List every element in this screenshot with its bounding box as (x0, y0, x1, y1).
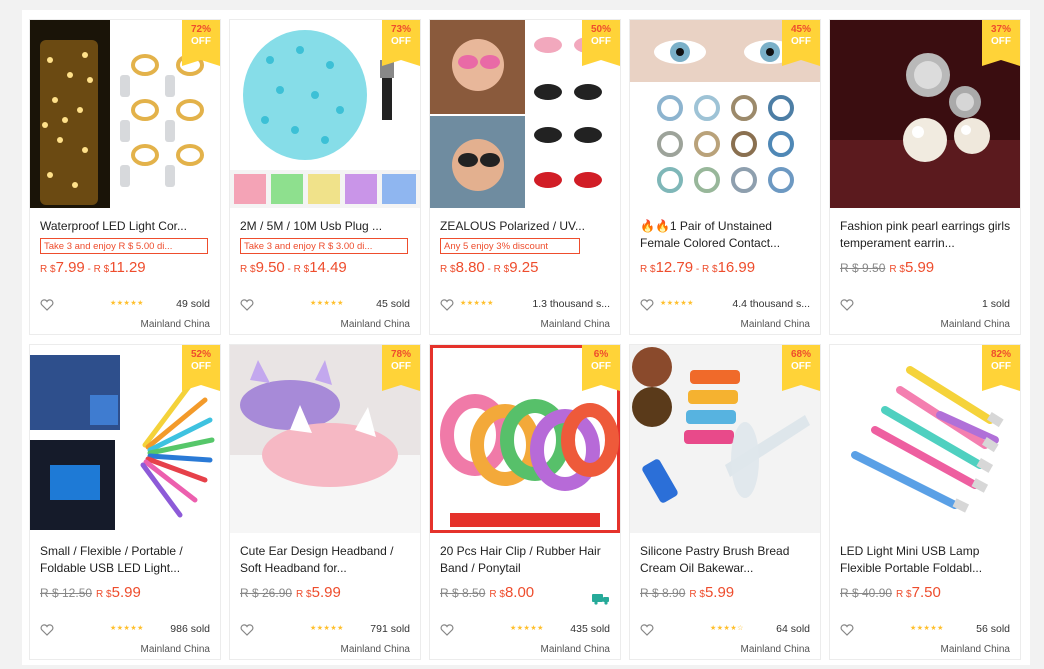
heart-icon[interactable] (440, 624, 454, 636)
product-card[interactable]: 6% OFF 20 Pcs Hair Clip / Rubber Hair Ban… (430, 345, 620, 659)
discount-badge: 73% OFF (382, 20, 420, 66)
product-price: R $8.80 - R $9.25 (440, 259, 539, 276)
ship-location: Mainland China (540, 644, 611, 655)
product-title[interactable]: Fashion pink pearl earrings girls temper… (840, 218, 1012, 252)
product-image-fairy-lights[interactable]: 72% OFF (30, 20, 220, 208)
product-price: R $7.99 - R $11.29 (40, 259, 146, 276)
product-price: R $12.79 - R $16.99 (640, 259, 756, 276)
discount-badge: 52% OFF (182, 345, 220, 391)
product-title[interactable]: Waterproof LED Light Cor... (40, 218, 212, 235)
product-title[interactable]: Small / Flexible / Portable / Foldable U… (40, 543, 212, 577)
discount-badge: 78% OFF (382, 345, 420, 391)
ship-location: Mainland China (940, 644, 1011, 655)
ship-location: Mainland China (740, 319, 811, 330)
product-image-hair-bands[interactable]: 6% OFF (430, 345, 620, 533)
product-price: R $ 8.50 R $8.00 (440, 584, 535, 601)
product-card[interactable]: 82% OFF LED Light Mini USB Lamp Flexible … (830, 345, 1020, 659)
product-image-contact-lenses[interactable]: 45% OFF (630, 20, 820, 208)
product-card[interactable]: 78% OFF Cute Ear Design Headband / Soft H… (230, 345, 420, 659)
discount-badge: 72% OFF (182, 20, 220, 66)
product-image-headband[interactable]: 78% OFF (230, 345, 420, 533)
heart-icon[interactable] (640, 299, 654, 311)
heart-icon[interactable] (240, 624, 254, 636)
product-price: R $ 8.90 R $5.99 (640, 584, 735, 601)
ship-location: Mainland China (140, 644, 211, 655)
product-price: R $9.50 - R $14.49 (240, 259, 347, 276)
heart-icon[interactable] (440, 299, 454, 311)
product-card[interactable]: 37% OFF Fashion pink pearl earrings girls… (830, 20, 1020, 334)
ship-location: Mainland China (540, 319, 611, 330)
sold-count: 64 sold (776, 623, 810, 635)
sold-count: 45 sold (376, 298, 410, 310)
heart-icon[interactable] (840, 624, 854, 636)
product-image-sunglasses[interactable]: 50% OFF (430, 20, 620, 208)
product-title[interactable]: ZEALOUS Polarized / UV... (440, 218, 612, 235)
product-title[interactable]: 20 Pcs Hair Clip / Rubber Hair Band / Po… (440, 543, 612, 577)
discount-badge: 6% OFF (582, 345, 620, 391)
product-card[interactable]: 72% OFF Waterproof LED Light Cor... Take … (30, 20, 220, 334)
rating-stars: ★★★★★ (460, 300, 494, 307)
product-title[interactable]: Cute Ear Design Headband / Soft Headband… (240, 543, 412, 577)
product-image-pastry-brush[interactable]: 68% OFF (630, 345, 820, 533)
product-price: R $ 26.90 R $5.99 (240, 584, 341, 601)
sold-count: 435 sold (570, 623, 610, 635)
discount-badge: 45% OFF (782, 20, 820, 66)
discount-badge: 68% OFF (782, 345, 820, 391)
sold-count: 986 sold (170, 623, 210, 635)
heart-icon[interactable] (40, 299, 54, 311)
promo-tag: Any 5 enjoy 3% discount (440, 238, 580, 254)
heart-icon[interactable] (840, 299, 854, 311)
heart-icon[interactable] (40, 624, 54, 636)
product-image-pearl-earrings[interactable]: 37% OFF (830, 20, 1020, 208)
sold-count: 49 sold (176, 298, 210, 310)
product-image-usb-led-light[interactable]: 52% OFF (30, 345, 220, 533)
product-card[interactable]: 52% OFF Small / Flexible / Portable / Fol… (30, 345, 220, 659)
ship-location: Mainland China (340, 319, 411, 330)
product-card[interactable]: 45% OFF 🔥🔥1 Pair of Unstained Female Colo… (630, 20, 820, 334)
sold-count: 1 sold (981, 298, 1010, 310)
discount-badge: 37% OFF (982, 20, 1020, 66)
product-title[interactable]: 2M / 5M / 10M Usb Plug ... (240, 218, 412, 235)
product-image-usb-string-lights[interactable]: 73% OFF (230, 20, 420, 208)
ship-location: Mainland China (140, 319, 211, 330)
product-price: R $ 12.50 R $5.99 (40, 584, 141, 601)
sold-count: 791 sold (370, 623, 410, 635)
ship-location: Mainland China (940, 319, 1011, 330)
product-card[interactable]: 68% OFF Silicone Pastry Brush Bread Cream… (630, 345, 820, 659)
heart-icon[interactable] (640, 624, 654, 636)
product-title[interactable]: Silicone Pastry Brush Bread Cream Oil Ba… (640, 543, 812, 577)
ship-location: Mainland China (740, 644, 811, 655)
promo-tag: Take 3 and enjoy R $ 3.00 di... (240, 238, 408, 254)
product-card[interactable]: 50% OFF ZEALOUS Polarized / UV... Any 5 e… (430, 20, 620, 334)
free-shipping-truck-icon (592, 594, 609, 605)
product-title[interactable]: 🔥🔥1 Pair of Unstained Female Colored Con… (640, 218, 812, 252)
rating-stars: ★★★★★ (660, 300, 694, 307)
product-grid: 72% OFF Waterproof LED Light Cor... Take … (22, 10, 1030, 665)
product-price: R $ 9.50 R $5.99 (840, 259, 935, 276)
ship-location: Mainland China (340, 644, 411, 655)
product-card[interactable]: 73% OFF 2M / 5M / 10M Usb Plug ... Take 3… (230, 20, 420, 334)
sold-count: 56 sold (976, 623, 1010, 635)
sold-count: 1.3 thousand s... (532, 298, 610, 310)
product-image-usb-lamp[interactable]: 82% OFF (830, 345, 1020, 533)
promo-tag: Take 3 and enjoy R $ 5.00 di... (40, 238, 208, 254)
product-title[interactable]: LED Light Mini USB Lamp Flexible Portabl… (840, 543, 1012, 577)
discount-badge: 82% OFF (982, 345, 1020, 391)
sold-count: 4.4 thousand s... (732, 298, 810, 310)
heart-icon[interactable] (240, 299, 254, 311)
product-price: R $ 40.90 R $7.50 (840, 584, 941, 601)
discount-badge: 50% OFF (582, 20, 620, 66)
